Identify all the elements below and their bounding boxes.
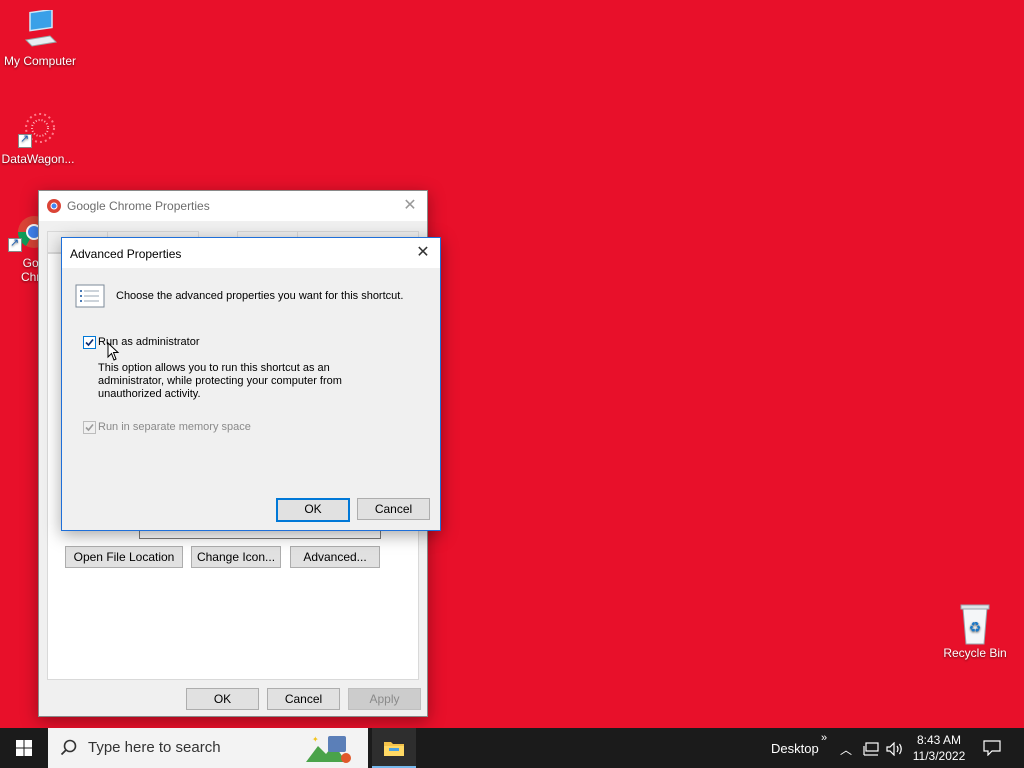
- window-title: Google Chrome Properties: [67, 199, 210, 213]
- change-icon-button[interactable]: Change Icon...: [191, 546, 281, 568]
- dialog-title: Advanced Properties: [70, 247, 182, 261]
- volume-icon[interactable]: [886, 742, 904, 756]
- svg-text:✦: ✦: [312, 735, 319, 744]
- advanced-button[interactable]: Advanced...: [290, 546, 380, 568]
- folder-icon: [384, 742, 404, 756]
- shortcut-properties-icon: [75, 284, 105, 311]
- advanced-titlebar: Advanced Properties ✕: [62, 238, 440, 268]
- run-as-admin-checkbox[interactable]: [83, 336, 96, 349]
- recycle-bin-icon: ♻: [955, 602, 995, 645]
- file-explorer-taskbar-button[interactable]: [372, 728, 416, 768]
- desktop-icon-datawagon[interactable]: DataWagon...: [0, 108, 78, 166]
- taskbar: Type here to search ✦ Desktop » ︿ 8:43 A…: [0, 728, 1024, 768]
- ok-button[interactable]: OK: [276, 498, 350, 522]
- svg-text:♻: ♻: [969, 620, 982, 636]
- search-highlight-icon: ✦: [306, 735, 351, 763]
- clock-time: 8:43 AM: [916, 733, 962, 747]
- dialog-description: Choose the advanced properties you want …: [116, 290, 404, 302]
- advanced-properties-dialog: Advanced Properties ✕ Choose the advance…: [61, 237, 441, 531]
- checkmark-icon: [85, 423, 94, 432]
- search-placeholder: Type here to search: [88, 739, 221, 756]
- mouse-cursor-icon: [107, 342, 120, 361]
- cancel-button[interactable]: Cancel: [267, 688, 340, 710]
- separate-memory-label[interactable]: Run in separate memory space: [98, 421, 251, 433]
- network-icon[interactable]: [863, 742, 879, 756]
- desktop-icon-label: My Computer: [3, 54, 77, 68]
- checkmark-icon: [85, 338, 94, 347]
- desktop-toolbar-label[interactable]: Desktop: [771, 741, 819, 756]
- close-icon[interactable]: ✕: [412, 242, 434, 264]
- notifications-icon[interactable]: [983, 740, 1001, 756]
- clock-date: 11/3/2022: [912, 749, 966, 763]
- datawagon-icon: [18, 108, 58, 148]
- start-button[interactable]: [0, 728, 48, 768]
- close-icon[interactable]: ✕: [399, 195, 421, 217]
- desktop-icon-label: DataWagon...: [1, 152, 75, 166]
- ok-button[interactable]: OK: [186, 688, 259, 710]
- clock[interactable]: 8:43 AM 11/3/2022: [908, 732, 970, 764]
- separate-memory-checkbox[interactable]: [83, 421, 96, 434]
- open-file-location-button[interactable]: Open File Location: [65, 546, 183, 568]
- taskbar-search-box[interactable]: Type here to search ✦: [48, 728, 368, 768]
- computer-icon: [20, 8, 60, 50]
- shortcut-arrow-icon: [18, 132, 32, 148]
- apply-button[interactable]: Apply: [348, 688, 421, 710]
- run-as-admin-help-text: This option allows you to run this short…: [98, 362, 342, 400]
- toolbar-overflow-chevron[interactable]: »: [821, 732, 827, 744]
- windows-logo-icon: [16, 740, 32, 756]
- search-icon: [60, 739, 77, 756]
- cancel-button[interactable]: Cancel: [357, 498, 430, 520]
- show-hidden-icons-chevron[interactable]: ︿: [840, 741, 852, 758]
- shortcut-arrow-icon: [8, 236, 22, 252]
- desktop-icon-label: Recycle Bin: [943, 646, 1007, 660]
- desktop-icon-recycle-bin[interactable]: ♻ Recycle Bin: [935, 602, 1015, 660]
- desktop-icon-my-computer[interactable]: My Computer: [0, 8, 80, 68]
- chrome-icon: [47, 199, 61, 213]
- properties-titlebar: Google Chrome Properties ✕: [39, 191, 427, 221]
